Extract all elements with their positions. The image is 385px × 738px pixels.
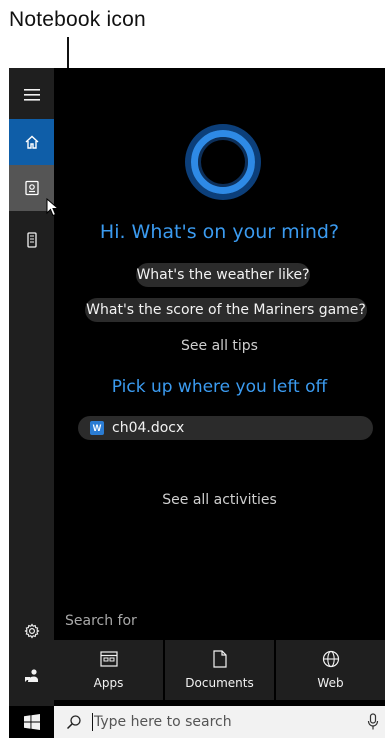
hamburger-menu-icon bbox=[23, 89, 40, 101]
start-button[interactable] bbox=[9, 706, 54, 738]
word-document-icon: W bbox=[90, 421, 104, 435]
apps-icon bbox=[99, 648, 118, 670]
devices-button[interactable] bbox=[9, 218, 54, 262]
callout-label: Notebook icon bbox=[9, 8, 146, 31]
globe-icon bbox=[322, 648, 340, 670]
cortana-panel: Hi. What's on your mind? What's the weat… bbox=[9, 68, 385, 738]
left-rail bbox=[9, 68, 54, 706]
search-placeholder: Type here to search bbox=[94, 714, 232, 730]
search-tile-documents[interactable]: Documents bbox=[165, 640, 274, 700]
notebook-icon bbox=[24, 180, 39, 196]
search-tile-web-label: Web bbox=[317, 676, 344, 690]
home-icon bbox=[25, 135, 38, 149]
feedback-icon bbox=[24, 669, 38, 682]
settings-button[interactable] bbox=[9, 611, 54, 651]
search-tile-apps-label: Apps bbox=[93, 676, 124, 690]
resume-heading: Pick up where you left off bbox=[111, 377, 328, 397]
device-icon bbox=[26, 232, 37, 248]
text-caret bbox=[92, 713, 93, 731]
home-button[interactable] bbox=[9, 119, 54, 165]
mouse-pointer-icon bbox=[46, 198, 60, 217]
windows-logo-icon bbox=[23, 714, 40, 730]
search-for-tiles: Apps Documents Web bbox=[54, 640, 385, 700]
suggestion-mariners-score[interactable]: What's the score of the Mariners game? bbox=[85, 298, 367, 322]
see-all-activities-link[interactable]: See all activities bbox=[54, 492, 385, 508]
recent-file-item[interactable]: W ch04.docx bbox=[78, 416, 373, 440]
taskbar-search-box[interactable]: Type here to search bbox=[54, 706, 385, 738]
search-tile-web[interactable]: Web bbox=[276, 640, 385, 700]
feedback-button[interactable] bbox=[9, 656, 54, 696]
gear-icon bbox=[24, 623, 39, 639]
search-tile-documents-label: Documents bbox=[185, 676, 254, 690]
search-icon bbox=[66, 715, 81, 730]
greeting-heading: Hi. What's on your mind? bbox=[99, 221, 340, 243]
taskbar: Type here to search bbox=[9, 706, 385, 738]
hamburger-menu-button[interactable] bbox=[9, 73, 54, 117]
cortana-ring-icon bbox=[191, 130, 255, 194]
recent-file-name: ch04.docx bbox=[112, 420, 185, 436]
cortana-home: Hi. What's on your mind? What's the weat… bbox=[54, 68, 385, 706]
microphone-button[interactable] bbox=[367, 713, 379, 735]
microphone-icon bbox=[367, 713, 379, 730]
search-tile-apps[interactable]: Apps bbox=[54, 640, 163, 700]
see-all-tips-link[interactable]: See all tips bbox=[54, 338, 385, 354]
search-for-heading: Search for bbox=[65, 613, 137, 629]
suggestion-weather[interactable]: What's the weather like? bbox=[136, 263, 310, 287]
document-icon bbox=[212, 648, 227, 670]
